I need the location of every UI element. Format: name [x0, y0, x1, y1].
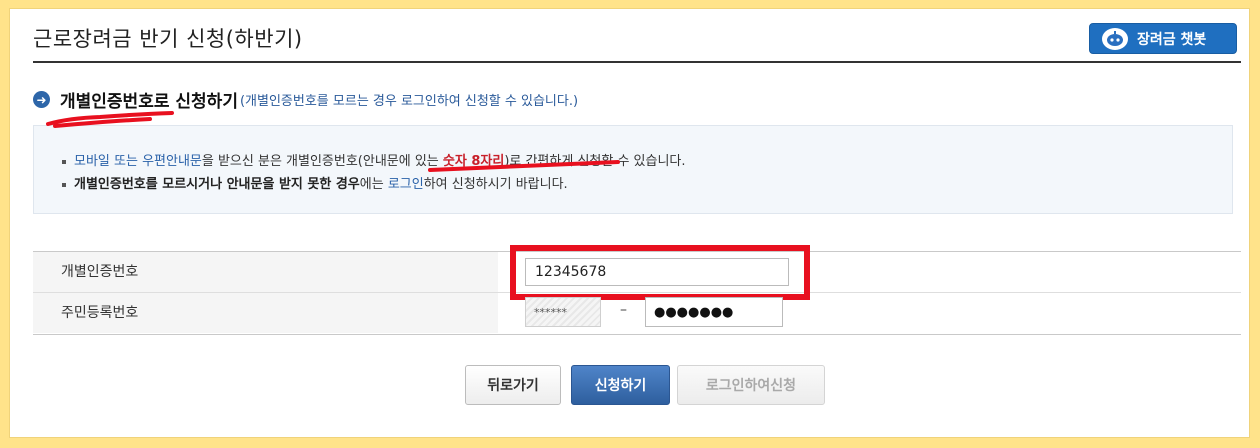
chatbot-button[interactable]: 장려금 챗봇: [1089, 23, 1237, 54]
cert-number-label: 개별인증번호: [33, 252, 498, 292]
rrn-front-field: ******: [525, 297, 601, 327]
rrn-back-input[interactable]: [645, 297, 783, 327]
info-line-1-highlight: 숫자 8자리: [442, 154, 505, 169]
info-box: 모바일 또는 우편안내문을 받으신 분은 개별인증번호(안내문에 있는 숫자 8…: [33, 125, 1233, 214]
info-line-2-bold: 개별인증번호를 모르시거나 안내문을 받지 못한 경우: [74, 177, 360, 192]
mobile-mail-notice-link[interactable]: 모바일 또는 우편안내문: [74, 154, 202, 169]
rrn-label: 주민등록번호: [33, 293, 498, 333]
section-heading: ➜ 개별인증번호로 신청하기 (개별인증번호를 모르는 경우 로그인하여 신청할…: [33, 87, 578, 112]
bullet-icon: [62, 159, 66, 164]
apply-button[interactable]: 신청하기: [571, 365, 670, 405]
page-title: 근로장려금 반기 신청(하반기): [33, 27, 303, 51]
info-line-1-text-b: )로 간편하게 신청할 수 있습니다.: [504, 154, 686, 169]
chatbot-label: 장려금 챗봇: [1137, 31, 1207, 48]
info-line-2-text-b: 하여 신청하시기 바랍니다.: [423, 177, 568, 192]
cert-number-input[interactable]: [525, 258, 789, 286]
info-line-1: 모바일 또는 우편안내문을 받으신 분은 개별인증번호(안내문에 있는 숫자 8…: [62, 150, 686, 169]
info-line-2: 개별인증번호를 모르시거나 안내문을 받지 못한 경우에는 로그인하여 신청하시…: [62, 173, 568, 192]
chatbot-icon: [1102, 27, 1128, 50]
arrow-right-icon: ➜: [33, 91, 50, 108]
rrn-dash: –: [620, 302, 627, 318]
info-line-2-text-a: 에는: [359, 177, 388, 192]
cert-number-row: 개별인증번호: [33, 245, 1241, 300]
section-title: 개별인증번호로 신청하기: [60, 92, 238, 112]
login-link[interactable]: 로그인: [388, 177, 424, 192]
title-divider: [33, 61, 1241, 63]
main-panel: 근로장려금 반기 신청(하반기) 장려금 챗봇 ➜ 개별인증번호로 신청하기 (…: [9, 8, 1250, 438]
back-button[interactable]: 뒤로가기: [465, 365, 561, 405]
auth-form: 개별인증번호 주민등록번호 ****** –: [33, 245, 1241, 335]
login-apply-button[interactable]: 로그인하여신청: [677, 365, 825, 405]
info-line-1-text-a: 을 받으신 분은 개별인증번호(안내문에 있는: [201, 154, 443, 169]
rrn-row: 주민등록번호 ****** –: [33, 293, 1241, 333]
bullet-icon: [62, 182, 66, 187]
section-note: (개별인증번호를 모르는 경우 로그인하여 신청할 수 있습니다.): [239, 94, 579, 109]
